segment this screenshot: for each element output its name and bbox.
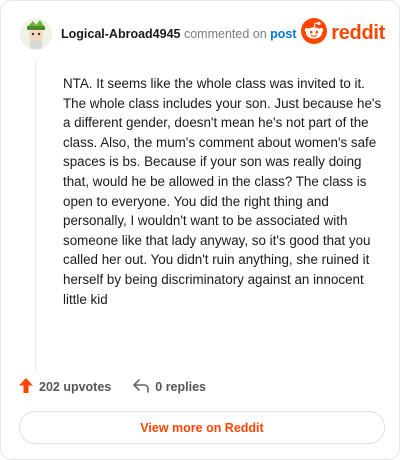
thread-line <box>35 61 36 371</box>
comment-header: Logical-Abroad4945 commented on post red… <box>19 17 385 51</box>
comment-footer: 202 upvotes 0 replies <box>19 377 206 397</box>
post-link[interactable]: post <box>270 27 296 41</box>
username[interactable]: Logical-Abroad4945 <box>61 27 180 41</box>
comment-body: NTA. It seems like the whole class was i… <box>63 76 382 307</box>
comment-meta: Logical-Abroad4945 commented on post <box>61 27 297 41</box>
reply-arrow-icon <box>133 378 150 396</box>
action-text: commented on <box>183 27 267 41</box>
replies-button[interactable]: 0 replies <box>133 378 206 396</box>
upvotes-count: 202 upvotes <box>39 380 112 394</box>
upvote-arrow-icon <box>19 378 33 396</box>
replies-count: 0 replies <box>155 380 206 394</box>
view-more-button[interactable]: View more on Reddit <box>19 411 385 444</box>
user-avatar[interactable] <box>19 17 53 51</box>
reddit-comment-card: Logical-Abroad4945 commented on post red… <box>0 0 400 460</box>
upvote-button[interactable]: 202 upvotes <box>19 378 111 396</box>
reddit-wordmark: reddit <box>331 21 385 44</box>
reddit-brand[interactable]: reddit <box>301 17 385 49</box>
reddit-alien-icon <box>301 17 328 49</box>
